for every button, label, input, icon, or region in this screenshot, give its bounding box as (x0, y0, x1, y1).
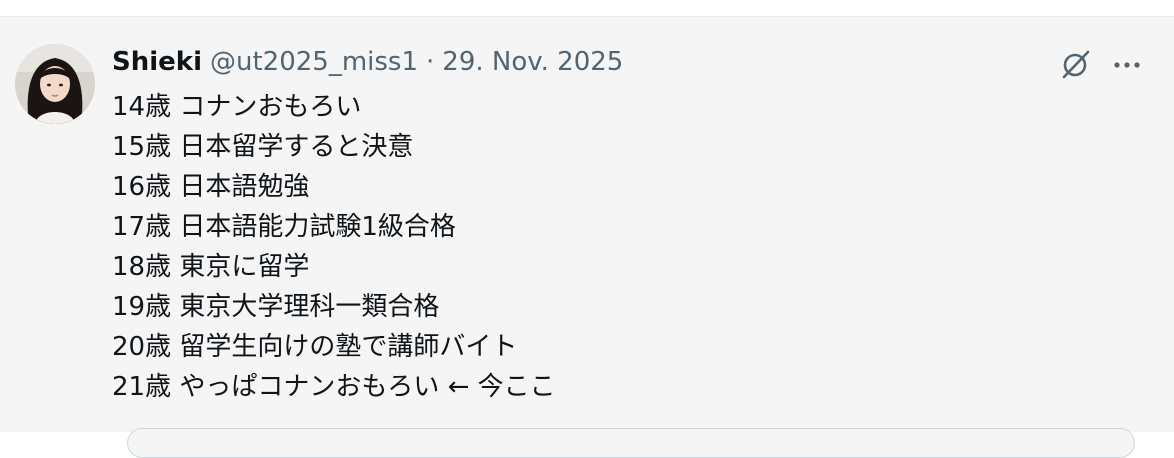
avatar-image (15, 44, 95, 124)
header-separator: · (426, 47, 435, 77)
post-line: 20歳 留学生向けの塾で講師バイト (112, 332, 518, 362)
avatar[interactable] (15, 44, 95, 124)
post-line: 18歳 東京に留学 (112, 252, 310, 282)
author-handle[interactable]: @ut2025_miss1 (210, 47, 418, 77)
post-line: 15歳 日本留学すると決意 (112, 132, 414, 162)
embedded-card[interactable] (127, 428, 1135, 458)
author-display-name[interactable]: Shieki (112, 47, 202, 77)
post-date[interactable]: 29. Nov. 2025 (442, 47, 623, 77)
post[interactable]: Shieki @ut2025_miss1 · 29. Nov. 2025 14歳… (0, 16, 1174, 458)
grok-icon[interactable] (1058, 48, 1092, 82)
post-header: Shieki @ut2025_miss1 · 29. Nov. 2025 (112, 44, 623, 80)
top-strip (0, 0, 1174, 16)
post-line: 19歳 東京大学理科一類合格 (112, 292, 440, 322)
post-line: 14歳 コナンおもろい (112, 92, 362, 122)
post-text: 14歳 コナンおもろい 15歳 日本留学すると決意 16歳 日本語勉強 17歳 … (112, 87, 1112, 407)
post-line: 21歳 やっぱコナンおもろい ← 今ここ (112, 372, 556, 402)
post-line: 16歳 日本語勉強 (112, 172, 310, 202)
more-icon[interactable] (1110, 48, 1144, 82)
post-line: 17歳 日本語能力試験1級合格 (112, 212, 456, 242)
